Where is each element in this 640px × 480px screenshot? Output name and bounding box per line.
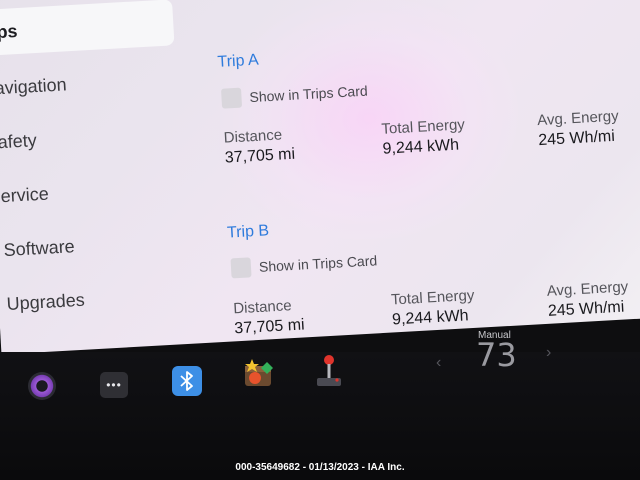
trip-b-title: Trip B bbox=[226, 222, 270, 242]
bluetooth-glyph-icon bbox=[180, 371, 193, 391]
trip-a-energy-value: 9,244 kWh bbox=[382, 136, 460, 158]
bottom-dock: ••• ‹ Manual 73 › bbox=[0, 330, 640, 480]
bluetooth-icon[interactable] bbox=[172, 366, 202, 396]
trip-b-distance-value: 37,705 mi bbox=[233, 316, 306, 338]
trip-a-avg-value: 245 Wh/mi bbox=[537, 127, 616, 150]
settings-screen: ips avigation afety ervice Software Upgr… bbox=[0, 0, 640, 355]
joystick-glyph-icon bbox=[317, 355, 341, 386]
sidebar-item-label: Upgrades bbox=[6, 289, 86, 315]
sidebar-item-upgrades[interactable]: Upgrades bbox=[0, 271, 190, 328]
trip-b-show-checkbox[interactable] bbox=[230, 257, 252, 279]
sidebar-item-safety[interactable]: afety bbox=[0, 109, 181, 166]
trip-a-show-checkbox[interactable] bbox=[221, 87, 243, 109]
trip-a-distance-label: Distance bbox=[223, 126, 283, 147]
trip-a-energy-label: Total Energy bbox=[381, 116, 466, 138]
trip-b-energy-label: Total Energy bbox=[390, 286, 475, 309]
toybox-icon[interactable] bbox=[243, 358, 275, 388]
temp-up-chevron-icon[interactable]: › bbox=[546, 344, 551, 362]
trip-a-show-label: Show in Trips Card bbox=[249, 82, 369, 106]
sidebar-item-label: avigation bbox=[0, 74, 68, 99]
trip-b-show-label: Show in Trips Card bbox=[258, 252, 378, 275]
sidebar-item-software[interactable]: Software bbox=[0, 217, 187, 274]
trip-b-energy-value: 9,244 kWh bbox=[391, 307, 470, 329]
more-glyph: ••• bbox=[106, 378, 122, 392]
trip-b-distance-label: Distance bbox=[232, 297, 293, 318]
sidebar-item-navigation[interactable]: avigation bbox=[0, 55, 178, 112]
trip-b-avg-label: Avg. Energy bbox=[546, 278, 629, 300]
temp-down-chevron-icon[interactable]: ‹ bbox=[436, 354, 441, 372]
camera-icon[interactable] bbox=[28, 372, 56, 400]
photo-stage: ips avigation afety ervice Software Upgr… bbox=[0, 0, 640, 480]
more-icon[interactable]: ••• bbox=[100, 372, 128, 398]
sidebar-item-label: afety bbox=[0, 130, 38, 153]
sidebar-item-trips[interactable]: ips bbox=[0, 0, 175, 56]
image-watermark: 000-35649682 - 01/13/2023 - IAA Inc. bbox=[235, 462, 405, 473]
sidebar-item-service[interactable]: ervice bbox=[0, 163, 184, 220]
trip-b-avg-value: 245 Wh/mi bbox=[547, 298, 625, 320]
toybox-glyph-icon bbox=[245, 359, 273, 386]
sidebar-item-label: ips bbox=[0, 21, 19, 43]
arcade-joystick-icon[interactable] bbox=[314, 354, 344, 388]
sidebar-item-label: ervice bbox=[0, 183, 50, 207]
sidebar-item-label: Software bbox=[3, 236, 76, 261]
cabin-temperature[interactable]: 73 bbox=[476, 336, 517, 374]
trip-a-title: Trip A bbox=[217, 51, 260, 71]
trip-a-avg-label: Avg. Energy bbox=[536, 107, 620, 130]
trip-a-distance-value: 37,705 mi bbox=[224, 145, 296, 167]
